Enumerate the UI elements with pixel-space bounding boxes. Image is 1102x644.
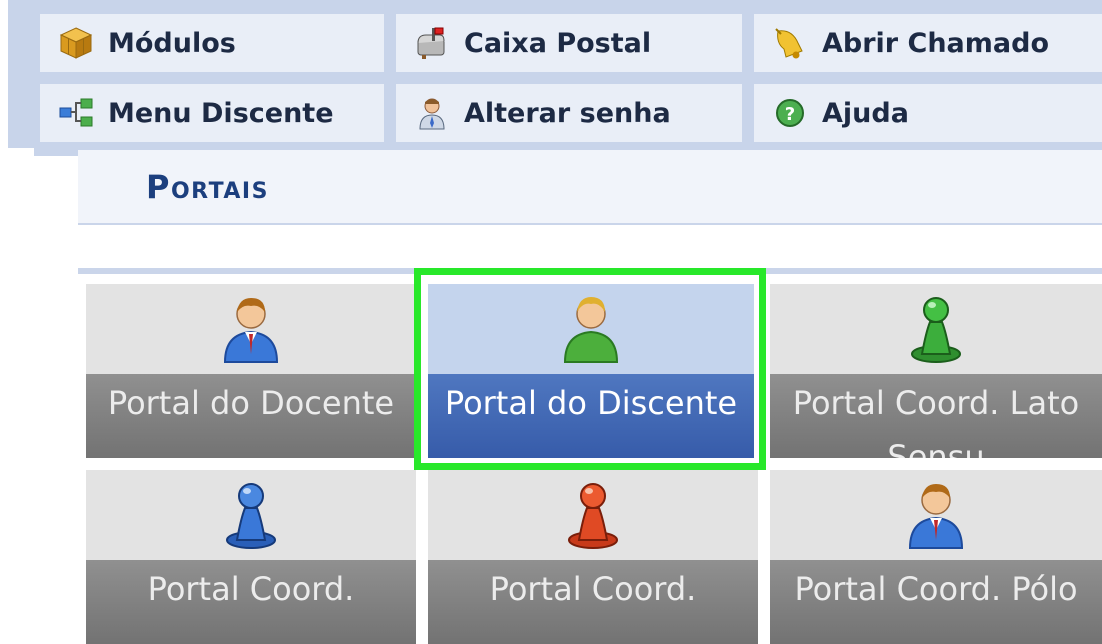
modulos-button[interactable]: Módulos [40,14,384,72]
pawn-red-icon [428,474,758,554]
page-title: Portais [146,168,269,206]
ajuda-button[interactable]: ? Ajuda [754,84,1102,142]
ajuda-label: Ajuda [822,97,909,129]
user-green-icon [428,288,754,368]
portal-coord-lato-sensu-tile[interactable]: Portal Coord. Lato Sensu [770,284,1102,458]
help-icon: ? [772,95,808,131]
portais-header: Portais [78,150,1102,225]
user-key-icon [414,95,450,131]
portal-coord-label-1: Portal Coord. [86,560,416,644]
portal-coord-label-2: Portal Coord. [428,560,758,644]
portal-coord-polo-label: Portal Coord. Pólo [770,560,1102,644]
menu-discente-label: Menu Discente [108,97,334,129]
modulos-label: Módulos [108,27,236,59]
mailbox-icon [414,25,450,61]
caixa-postal-button[interactable]: Caixa Postal [396,14,742,72]
alterar-senha-label: Alterar senha [464,97,671,129]
user-suit-icon [86,288,416,368]
portal-discente-label: Portal do Discente [428,374,754,458]
user-suit-icon [770,474,1102,554]
caixa-postal-label: Caixa Postal [464,27,652,59]
portal-coord-tile-2[interactable]: Portal Coord. [428,470,758,644]
portal-coord-lato-sensu-label: Portal Coord. Lato Sensu [770,374,1102,458]
portal-docente-label: Portal do Docente [86,374,416,458]
sitemap-icon [58,95,94,131]
modules-cube-icon [58,25,94,61]
pawn-green-icon [770,288,1102,368]
portal-coord-polo-tile[interactable]: Portal Coord. Pólo [770,470,1102,644]
abrir-chamado-label: Abrir Chamado [822,27,1049,59]
portal-docente-tile[interactable]: Portal do Docente [86,284,416,458]
menu-discente-button[interactable]: Menu Discente [40,84,384,142]
svg-text:?: ? [785,104,795,125]
portal-coord-tile-1[interactable]: Portal Coord. [86,470,416,644]
bell-icon [772,25,808,61]
portal-grid-border [78,268,1102,274]
abrir-chamado-button[interactable]: Abrir Chamado [754,14,1102,72]
alterar-senha-button[interactable]: Alterar senha [396,84,742,142]
portal-discente-tile[interactable]: Portal do Discente [428,284,754,458]
pawn-blue-icon [86,474,416,554]
